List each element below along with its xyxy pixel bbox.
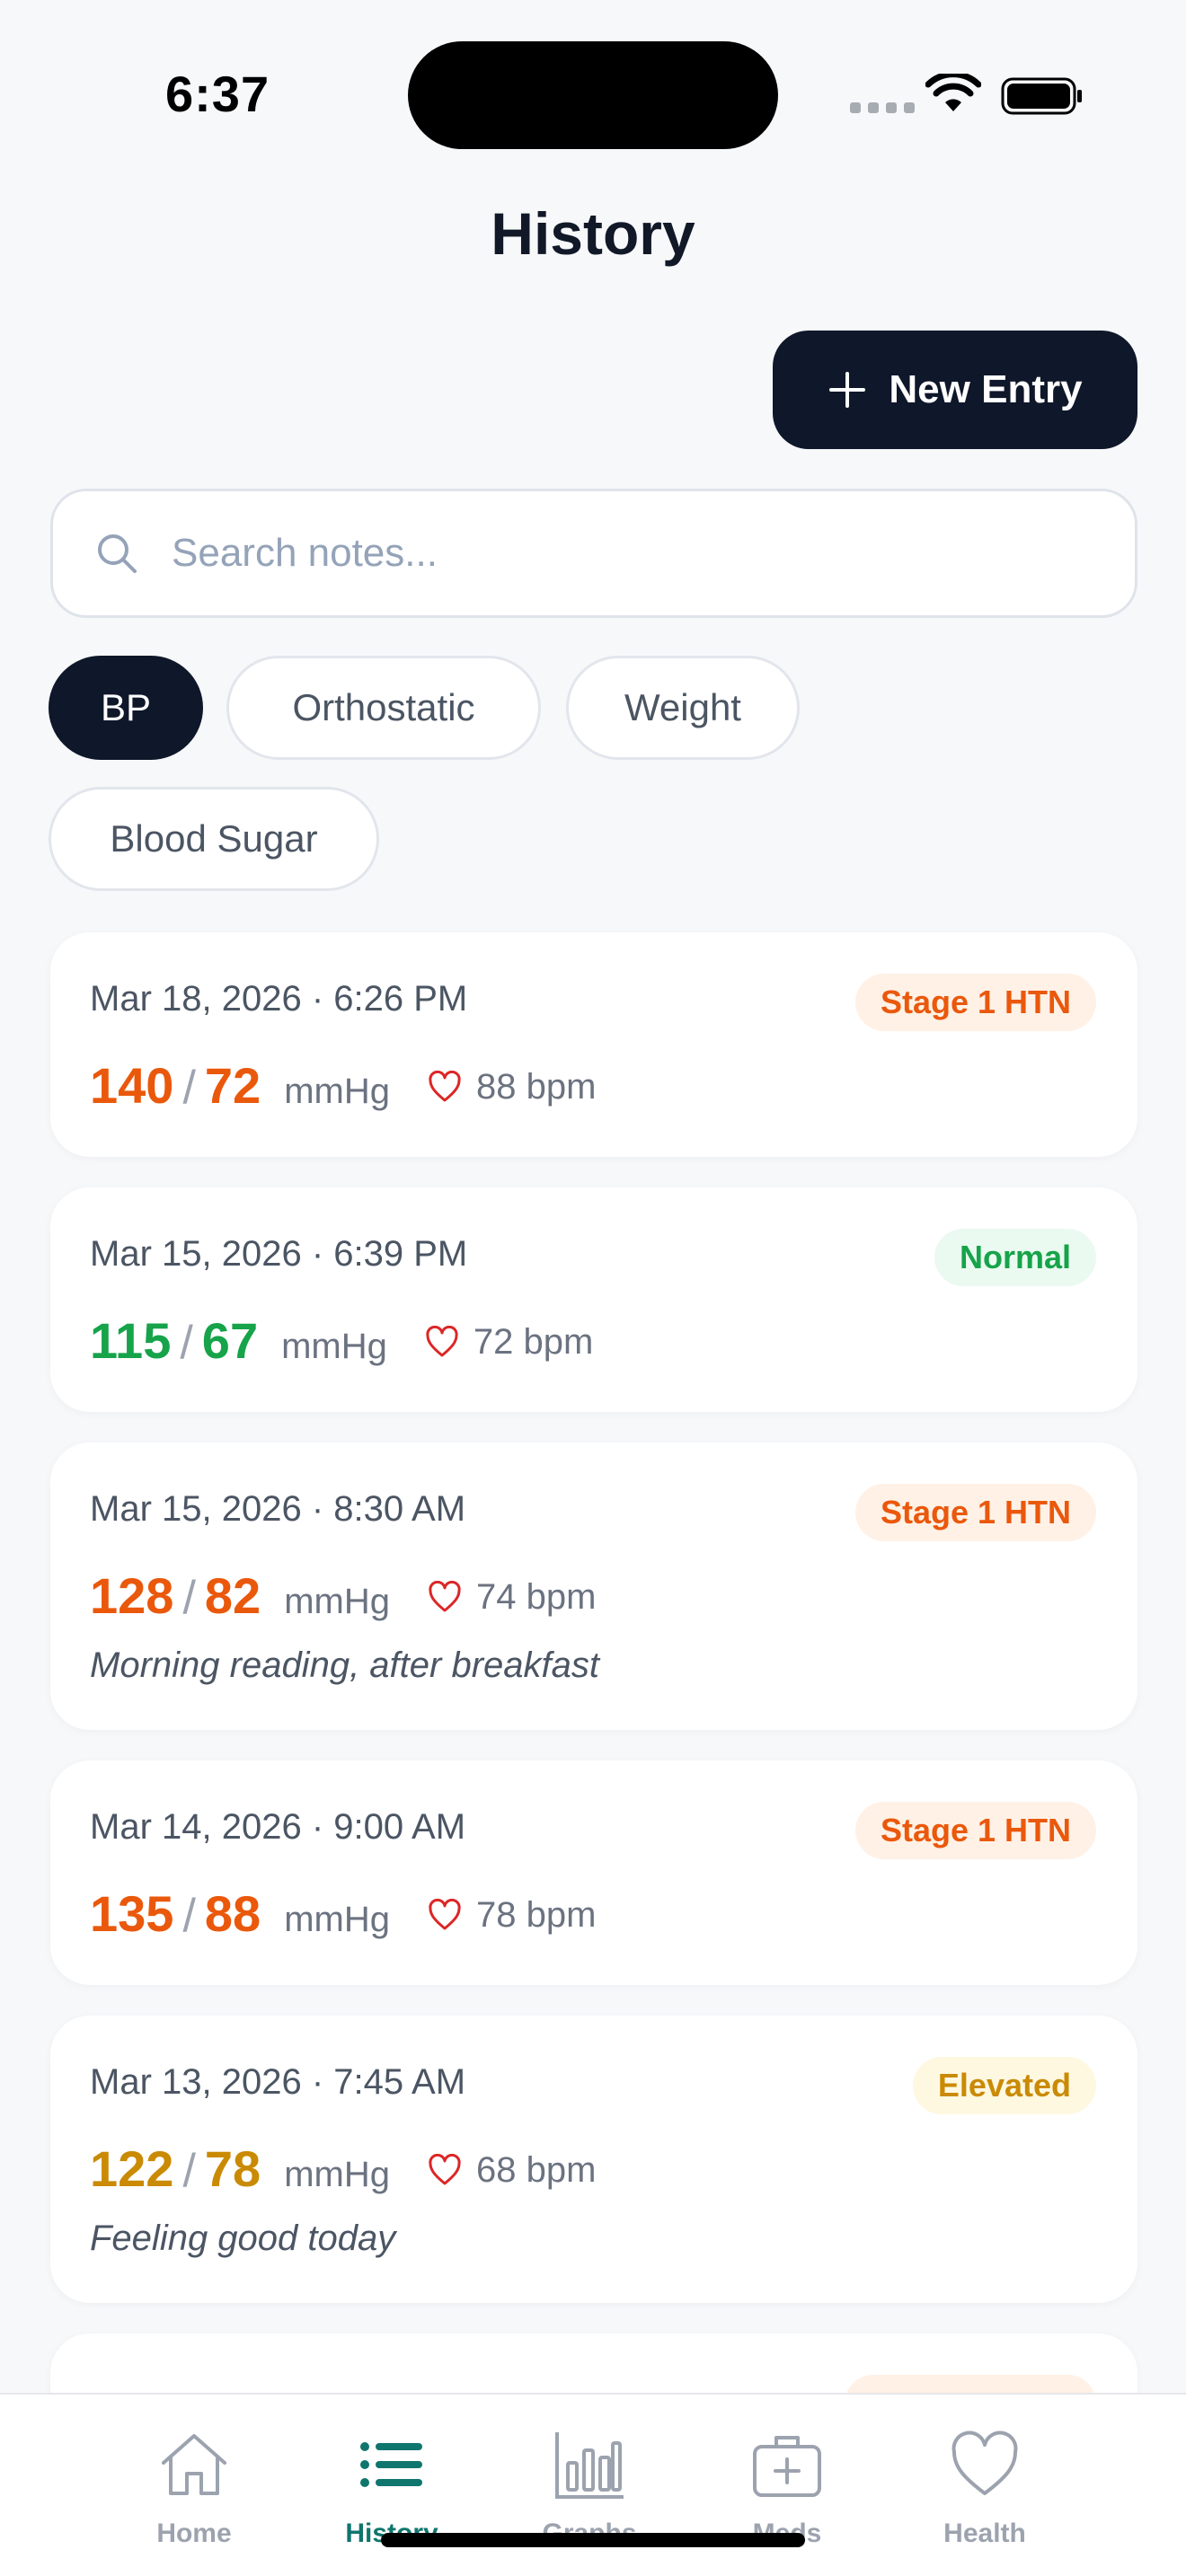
- entry-card[interactable]: Mar 15, 2026 · 6:39 PM Normal 115 / 67 m…: [50, 1187, 1137, 1412]
- bar-chart-icon: [555, 2432, 624, 2499]
- entry-card[interactable]: Mar 14, 2026 · 9:00 AM Stage 1 HTN 135 /…: [50, 1760, 1137, 1985]
- diastolic-value: 78: [204, 2140, 261, 2197]
- pulse-reading: 88 bpm: [428, 1067, 596, 1107]
- plus-icon: [829, 372, 866, 408]
- bp-reading: 140 / 72 mmHg 88 bpm: [90, 1056, 596, 1115]
- status-time: 6:37: [165, 66, 270, 122]
- filter-chip-label: Weight: [624, 686, 741, 728]
- tab-health[interactable]: Health: [895, 2427, 1075, 2549]
- filter-chip-bp[interactable]: BP: [49, 656, 203, 760]
- heart-icon: [429, 1581, 461, 1612]
- tab-label: Home: [156, 2519, 232, 2548]
- systolic-value: 140: [90, 1057, 174, 1114]
- diastolic-value: 82: [204, 1567, 261, 1624]
- bottom-tab-bar: Home History Graphs Meds Health: [0, 2393, 1186, 2576]
- battery-icon: [1001, 77, 1082, 115]
- filter-chip-orthostatic[interactable]: Orthostatic: [226, 656, 541, 760]
- filter-chip-blood-sugar[interactable]: Blood Sugar: [49, 787, 379, 891]
- search-bar[interactable]: [50, 489, 1137, 618]
- unit-label: mmHg: [284, 2155, 390, 2194]
- entry-note: Feeling good today: [90, 2219, 396, 2258]
- systolic-value: 135: [90, 1885, 174, 1942]
- medkit-icon: [753, 2436, 821, 2497]
- list-icon: [360, 2442, 422, 2487]
- diastolic-value: 67: [201, 1312, 259, 1369]
- filter-chip-label: Blood Sugar: [110, 817, 318, 860]
- pulse-value: 88 bpm: [475, 1066, 597, 1107]
- diastolic-value: 88: [204, 1885, 261, 1942]
- tab-home[interactable]: Home: [104, 2427, 284, 2549]
- heart-icon: [951, 2430, 1018, 2495]
- heart-icon: [429, 2154, 461, 2185]
- entry-date: Mar 13, 2026 · 7:45 AM: [90, 2062, 466, 2102]
- bp-reading: 115 / 67 mmHg 72 bpm: [90, 1311, 593, 1370]
- reading-separator: /: [182, 1572, 196, 1624]
- tab-label: Health: [943, 2519, 1026, 2548]
- dynamic-island: [408, 41, 778, 149]
- home-indicator: [381, 2533, 805, 2547]
- filter-chip-label: BP: [100, 686, 152, 728]
- status-badge: Stage 1 HTN: [854, 1484, 1096, 1541]
- unit-label: mmHg: [284, 1072, 390, 1111]
- entry-card[interactable]: Mar 15, 2026 · 8:30 AM Stage 1 HTN 128 /…: [50, 1442, 1137, 1730]
- pulse-reading: 78 bpm: [428, 1895, 596, 1936]
- status-badge: Stage 1 HTN: [854, 974, 1096, 1031]
- bp-reading: 135 / 88 mmHg 78 bpm: [90, 1884, 596, 1943]
- filter-chip-weight[interactable]: Weight: [566, 656, 800, 760]
- reading-separator: /: [182, 1890, 196, 1942]
- entry-date: Mar 14, 2026 · 9:00 AM: [90, 1807, 466, 1847]
- entry-date: Mar 15, 2026 · 8:30 AM: [90, 1489, 466, 1529]
- pulse-value: 68 bpm: [475, 2149, 597, 2190]
- systolic-value: 128: [90, 1567, 174, 1624]
- reading-separator: /: [180, 1317, 193, 1369]
- unit-label: mmHg: [284, 1582, 390, 1621]
- bp-reading: 128 / 82 mmHg 74 bpm: [90, 1566, 596, 1625]
- pulse-reading: 72 bpm: [425, 1322, 593, 1363]
- entry-date: Mar 18, 2026 · 6:26 PM: [90, 979, 468, 1019]
- new-entry-label: New Entry: [889, 367, 1083, 411]
- page-title: History: [491, 200, 695, 267]
- status-badge: Stage 1 HTN: [854, 1802, 1096, 1859]
- heart-icon: [429, 1899, 461, 1930]
- reading-separator: /: [182, 1062, 196, 1114]
- heart-icon: [426, 1326, 458, 1357]
- pulse-reading: 68 bpm: [428, 2150, 596, 2191]
- search-icon: [98, 534, 137, 573]
- entry-card[interactable]: Mar 13, 2026 · 7:45 AM Elevated 122 / 78…: [50, 2016, 1137, 2303]
- pulse-reading: 74 bpm: [428, 1577, 596, 1618]
- history-screen: 6:37 History New Entry BP Orthostatic We…: [0, 0, 1186, 2576]
- tab-history[interactable]: History: [302, 2427, 482, 2549]
- entry-card[interactable]: Mar 18, 2026 · 6:26 PM Stage 1 HTN 140 /…: [50, 932, 1137, 1157]
- filter-chip-label: Orthostatic: [292, 686, 475, 728]
- status-badge: Elevated: [912, 2057, 1096, 2114]
- unit-label: mmHg: [281, 1327, 387, 1366]
- bp-reading: 122 / 78 mmHg 68 bpm: [90, 2139, 596, 2198]
- heart-icon: [429, 1071, 461, 1102]
- reading-separator: /: [182, 2145, 196, 2197]
- tab-graphs[interactable]: Graphs: [500, 2427, 679, 2549]
- cellular-signal-icon: [850, 102, 915, 113]
- entry-date: Mar 15, 2026 · 6:39 PM: [90, 1234, 468, 1274]
- unit-label: mmHg: [284, 1900, 390, 1939]
- pulse-value: 72 bpm: [473, 1321, 594, 1362]
- entry-note: Morning reading, after breakfast: [90, 1645, 599, 1685]
- status-badge: Normal: [934, 1229, 1096, 1286]
- new-entry-button[interactable]: New Entry: [773, 331, 1137, 449]
- diastolic-value: 72: [204, 1057, 261, 1114]
- systolic-value: 122: [90, 2140, 174, 2197]
- tab-meds[interactable]: Meds: [697, 2427, 877, 2549]
- home-icon: [162, 2434, 226, 2495]
- pulse-value: 74 bpm: [475, 1576, 597, 1617]
- wifi-icon: [925, 74, 981, 111]
- systolic-value: 115: [90, 1312, 172, 1369]
- pulse-value: 78 bpm: [475, 1894, 597, 1935]
- search-input[interactable]: [172, 531, 1070, 576]
